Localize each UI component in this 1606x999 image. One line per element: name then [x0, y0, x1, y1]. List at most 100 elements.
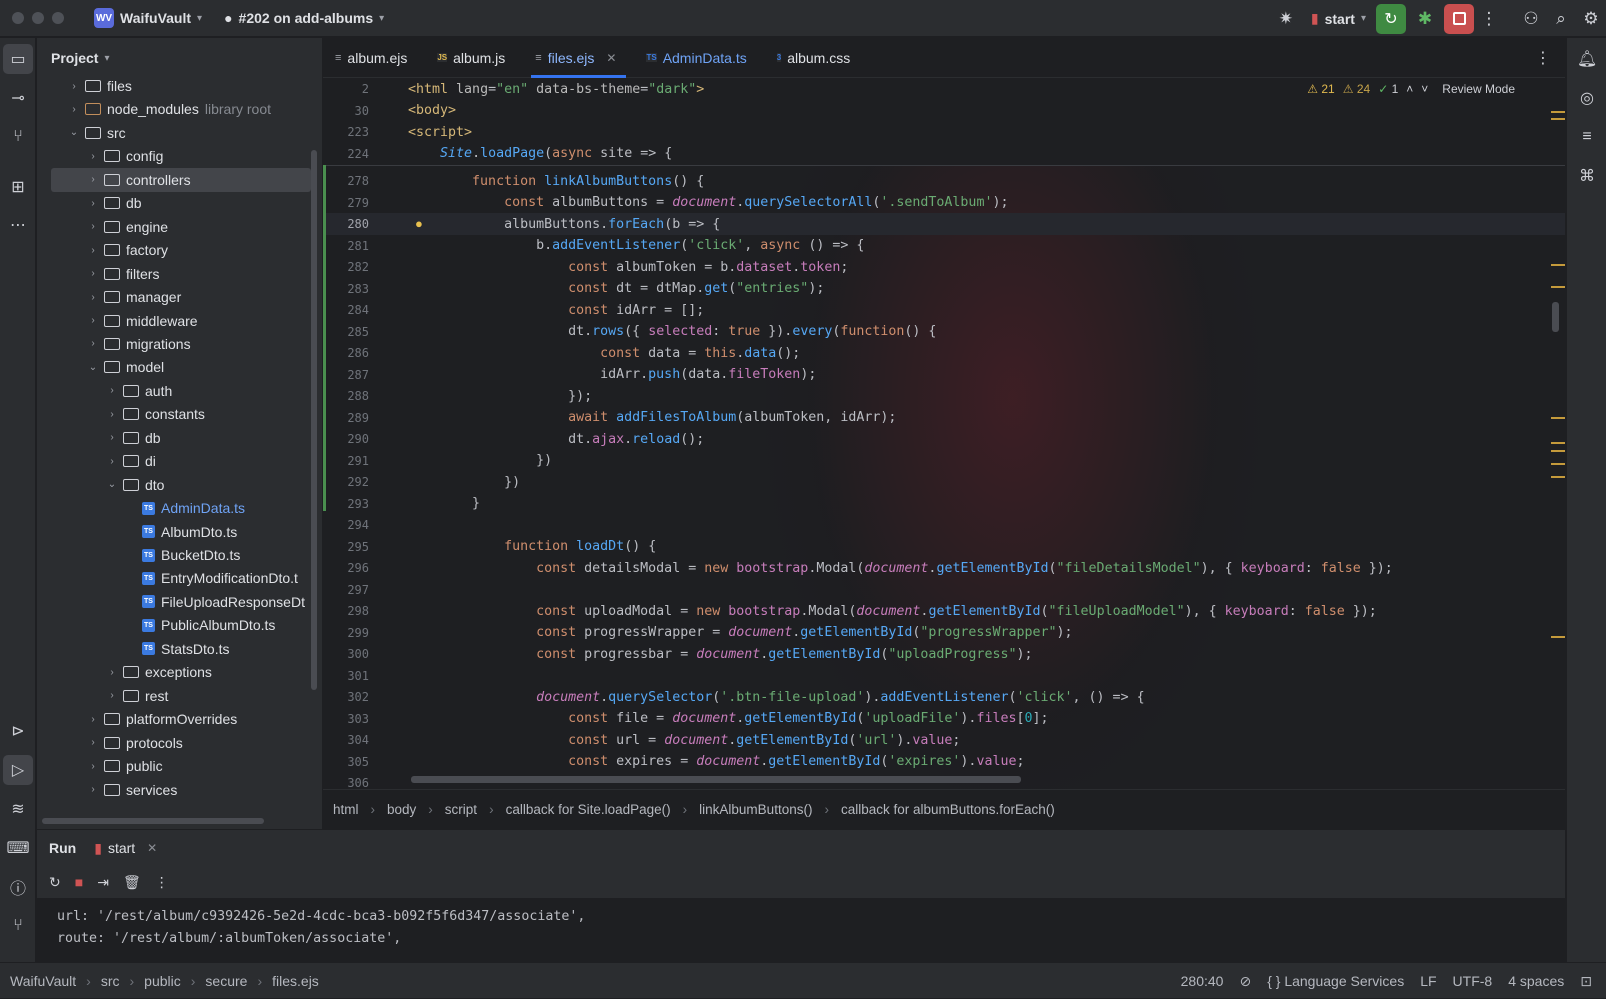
chevron-right-icon[interactable]: › — [86, 761, 100, 772]
error-stripe-marker[interactable] — [1551, 463, 1565, 465]
chevron-right-icon[interactable]: › — [86, 221, 100, 232]
more-icon[interactable]: ⋮ — [155, 874, 169, 891]
breadcrumb-item[interactable]: linkAlbumButtons() — [699, 802, 812, 817]
tab-album-ejs[interactable]: ≡ album.ejs — [323, 38, 425, 78]
code-line[interactable]: 283 const dt = dtMap.get("entries"); — [323, 278, 1565, 300]
chevron-right-icon[interactable]: › — [86, 315, 100, 326]
tree-item[interactable]: › db — [37, 426, 322, 450]
sticky-line[interactable]: 30 <body> — [323, 100, 1565, 122]
project-selector[interactable]: WV WaifuVault ▾ — [94, 8, 202, 28]
chevron-right-icon[interactable]: › — [86, 784, 100, 795]
chevron-right-icon[interactable]: › — [105, 667, 119, 678]
chevron-right-icon[interactable]: › — [105, 385, 119, 396]
tree-item[interactable]: › config — [37, 144, 322, 168]
tree-item[interactable]: › constants — [37, 402, 322, 426]
structure-icon[interactable]: ⊞ — [3, 172, 33, 202]
services-icon[interactable]: ⊳ — [3, 716, 33, 746]
chevron-right-icon[interactable]: › — [86, 714, 100, 725]
status-path-item[interactable]: WaifuVault — [10, 973, 76, 989]
run-config-selector[interactable]: ▮ start ▾ — [1311, 10, 1366, 27]
status-path-item[interactable]: src — [101, 973, 120, 989]
breadcrumb-item[interactable]: callback for Site.loadPage() — [506, 802, 671, 817]
search-icon[interactable]: ⌕ — [1546, 4, 1576, 34]
tab-album-js[interactable]: JS album.js — [425, 38, 523, 78]
tree-item[interactable]: ⌄ model — [37, 355, 322, 379]
code-line[interactable]: 302 document.querySelector('.btn-file-up… — [323, 686, 1565, 708]
code-line[interactable]: 298 const uploadModal = new bootstrap.Mo… — [323, 600, 1565, 622]
code-line[interactable]: 280 albumButtons.forEach(b => { — [323, 213, 1565, 235]
tree-item[interactable]: › node_modules library root — [37, 97, 322, 121]
rerun-icon[interactable]: ↻ — [49, 874, 61, 891]
code-line[interactable]: 296 const detailsModal = new bootstrap.M… — [323, 557, 1565, 579]
stop-icon[interactable]: ■ — [75, 874, 83, 890]
notifications-icon[interactable]: 🔔︎ — [1572, 44, 1602, 74]
code-line[interactable]: 290 dt.ajax.reload(); — [323, 428, 1565, 450]
code-line[interactable]: 288 }); — [323, 385, 1565, 407]
tree-item[interactable]: TS StatsDto.ts — [37, 637, 322, 661]
code-line[interactable]: 303 const file = document.getElementById… — [323, 708, 1565, 730]
cursor-position[interactable]: 280:40 — [1181, 973, 1224, 989]
tree-item[interactable]: › files — [37, 74, 322, 98]
code-line[interactable]: 305 const expires = document.getElementB… — [323, 751, 1565, 773]
editor-vertical-scrollbar[interactable] — [1552, 302, 1559, 332]
tree-item[interactable]: › engine — [37, 215, 322, 239]
tree-item[interactable]: ⌄ src — [37, 121, 322, 145]
code-line[interactable]: 301 — [323, 665, 1565, 687]
chevron-right-icon[interactable]: › — [105, 432, 119, 443]
minimize-window-button[interactable] — [32, 12, 44, 24]
error-stripe-marker[interactable] — [1551, 111, 1565, 113]
breadcrumb-item[interactable]: callback for albumButtons.forEach() — [841, 802, 1055, 817]
error-stripe-marker[interactable] — [1551, 442, 1565, 444]
sticky-line[interactable]: 223 <script> — [323, 121, 1565, 143]
language-services[interactable]: { } Language Services — [1267, 973, 1404, 989]
indent-setting[interactable]: 4 spaces — [1508, 973, 1564, 989]
project-panel-header[interactable]: Project ▾ — [37, 38, 322, 78]
clear-console-icon[interactable]: 🗑︎ — [123, 874, 141, 891]
gear-icon[interactable]: ⚙ — [1576, 4, 1606, 34]
more-icon[interactable]: ⋮ — [1474, 4, 1504, 34]
error-stripe-marker[interactable] — [1551, 476, 1565, 478]
stop-button[interactable] — [1444, 3, 1474, 34]
tree-item[interactable]: TS PublicAlbumDto.ts — [37, 613, 322, 637]
chevron-right-icon[interactable]: › — [86, 737, 100, 748]
code-line[interactable]: 297 — [323, 579, 1565, 601]
code-line[interactable]: 281 b.addEventListener('click', async ()… — [323, 235, 1565, 257]
tree-item[interactable]: TS AlbumDto.ts — [37, 520, 322, 544]
code-line[interactable]: 300 const progressbar = document.getElem… — [323, 643, 1565, 665]
tree-item[interactable]: ⌄ dto — [37, 473, 322, 497]
chevron-right-icon[interactable]: › — [86, 292, 100, 303]
error-stripe-marker[interactable] — [1551, 118, 1565, 120]
tree-item[interactable]: › platformOverrides — [37, 707, 322, 731]
folder-icon[interactable]: ▭ — [3, 44, 33, 74]
inspection-widget[interactable]: ⚠ 21 ⚠ 24 ✓ 1 ˄ ˅ Review Mode — [1307, 82, 1515, 96]
tree-item[interactable]: › filters — [37, 262, 322, 286]
tree-item[interactable]: › services — [37, 778, 322, 802]
code-line[interactable]: 286 const data = this.data(); — [323, 342, 1565, 364]
tab-album-css[interactable]: 3 album.css — [765, 38, 868, 78]
code-line[interactable]: 291 }) — [323, 450, 1565, 472]
run-icon[interactable]: ▷ — [3, 755, 33, 785]
status-path-item[interactable]: secure — [205, 973, 247, 989]
status-path-item[interactable]: public — [144, 973, 181, 989]
tree-item[interactable]: › rest — [37, 684, 322, 708]
rerun-button[interactable]: ↻ — [1376, 3, 1406, 34]
tree-item[interactable]: TS FileUploadResponseDt — [37, 590, 322, 614]
tab-files-ejs[interactable]: ≡ files.ejs ✕ — [523, 38, 634, 78]
file-encoding[interactable]: UTF-8 — [1453, 973, 1493, 989]
tab-admindata-ts[interactable]: TS AdminData.ts — [634, 38, 764, 78]
terminal-icon[interactable]: ⌨ — [3, 833, 33, 863]
line-separator[interactable]: LF — [1420, 973, 1436, 989]
breadcrumb-item[interactable]: html — [333, 802, 359, 817]
tree-item[interactable]: › middleware — [37, 309, 322, 333]
breadcrumb-item[interactable]: script — [445, 802, 477, 817]
tree-item[interactable]: › protocols — [37, 731, 322, 755]
chevron-right-icon[interactable]: › — [105, 409, 119, 420]
chevron-right-icon[interactable]: › — [86, 245, 100, 256]
close-window-button[interactable] — [12, 12, 24, 24]
tree-horizontal-scrollbar[interactable] — [42, 818, 264, 824]
editor-horizontal-scrollbar[interactable] — [411, 776, 1021, 783]
tree-item[interactable]: › factory — [37, 238, 322, 262]
status-path-item[interactable]: files.ejs — [272, 973, 319, 989]
ai-assistant-icon[interactable]: ◎ — [1572, 83, 1602, 113]
chevron-right-icon[interactable]: › — [67, 104, 81, 115]
